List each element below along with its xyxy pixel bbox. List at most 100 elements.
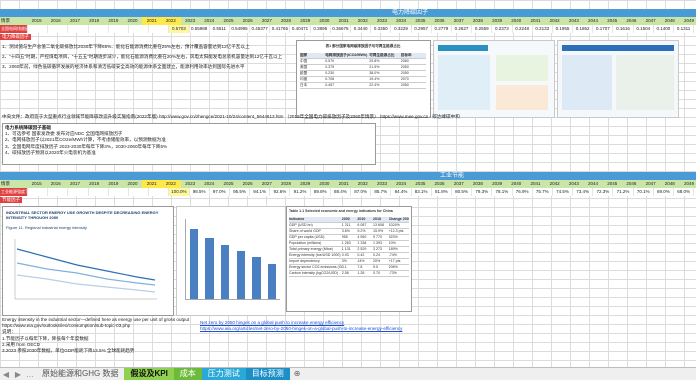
- value-cell[interactable]: 0.1504: [634, 25, 654, 33]
- year-cell[interactable]: 2043: [564, 17, 583, 25]
- add-sheet-icon[interactable]: ⊕: [290, 368, 305, 380]
- year-cell[interactable]: 2049: [679, 180, 696, 188]
- value-cell[interactable]: 0.3895: [311, 25, 331, 33]
- value-cell[interactable]: 74.5%: [553, 188, 574, 196]
- value-cell[interactable]: 92.6%: [270, 188, 291, 196]
- year-cell[interactable]: 2026: [238, 180, 257, 188]
- value-cell[interactable]: 0.40471: [290, 25, 311, 33]
- year-cell[interactable]: 2024: [200, 17, 219, 25]
- year-cell[interactable]: 2021: [142, 17, 162, 25]
- tab-stress-test[interactable]: 压力测试: [201, 368, 246, 380]
- value-cell[interactable]: [89, 188, 109, 196]
- year-cell[interactable]: 2049: [679, 17, 696, 25]
- year-cell[interactable]: 2033: [372, 180, 391, 188]
- value-cell[interactable]: 78.1%: [492, 188, 513, 196]
- embedded-eia-report[interactable]: INDUSTRIAL SECTOR ENERGY USE GROWTH DESP…: [2, 206, 174, 316]
- year-cell[interactable]: 2048: [660, 17, 679, 25]
- year-cell[interactable]: 2020: [123, 17, 142, 25]
- year-cell[interactable]: 2029: [296, 17, 315, 25]
- value-cell[interactable]: [28, 188, 49, 196]
- value-cell[interactable]: 72.3%: [593, 188, 614, 196]
- value-cell[interactable]: [48, 25, 69, 33]
- year-cell[interactable]: 2016: [46, 17, 65, 25]
- value-cell[interactable]: 79.3%: [472, 188, 493, 196]
- value-cell[interactable]: 80.5%: [452, 188, 473, 196]
- value-cell[interactable]: 0.1955: [553, 25, 574, 33]
- year-cell[interactable]: 2028: [276, 17, 295, 25]
- value-cell[interactable]: 0.3440: [351, 25, 372, 33]
- value-cell[interactable]: [89, 25, 109, 33]
- value-cell[interactable]: 91.2%: [290, 188, 311, 196]
- embedded-report-image-2[interactable]: [557, 40, 679, 118]
- tab-cost[interactable]: 成本: [173, 368, 202, 380]
- year-cell[interactable]: 2015: [27, 180, 46, 188]
- value-cell[interactable]: 0.2373: [492, 25, 513, 33]
- year-cell[interactable]: 2034: [392, 180, 411, 188]
- value-cell[interactable]: 89.8%: [311, 188, 331, 196]
- year-cell[interactable]: 2042: [545, 180, 564, 188]
- year-cell[interactable]: 2044: [583, 17, 602, 25]
- year-cell[interactable]: 2032: [353, 180, 372, 188]
- year-cell[interactable]: 2018: [85, 17, 104, 25]
- year-cell[interactable]: 2037: [449, 17, 468, 25]
- value-cell[interactable]: [48, 188, 69, 196]
- year-cell[interactable]: 2042: [545, 17, 564, 25]
- value-cell[interactable]: 98.5%: [190, 188, 210, 196]
- value-cell[interactable]: [149, 188, 170, 196]
- tab-more-icon[interactable]: …: [24, 370, 36, 379]
- value-cell[interactable]: 69.0%: [654, 188, 674, 196]
- value-cell[interactable]: 0.2559: [472, 25, 493, 33]
- value-cell[interactable]: [149, 25, 170, 33]
- value-cell[interactable]: 94.1%: [250, 188, 271, 196]
- year-cell[interactable]: 2025: [219, 17, 238, 25]
- value-cell[interactable]: 71.2%: [613, 188, 634, 196]
- spreadsheet-grid[interactable]: 电力降碳因子 情景 2015 2016 2017 2018 2019 2020 2021 20…: [0, 0, 696, 367]
- value-cell[interactable]: 88.4%: [331, 188, 351, 196]
- year-cell[interactable]: 2026: [238, 17, 257, 25]
- year-cell[interactable]: 2030: [315, 180, 334, 188]
- year-cell[interactable]: 2038: [468, 17, 487, 25]
- year-cell[interactable]: 2046: [622, 180, 641, 188]
- value-cell[interactable]: 0.45377: [250, 25, 271, 33]
- embedded-bar-chart[interactable]: [176, 206, 286, 316]
- year-cell[interactable]: 2040: [507, 180, 526, 188]
- value-cell[interactable]: 83.1%: [412, 188, 432, 196]
- year-cell[interactable]: 2032: [353, 17, 372, 25]
- year-cell[interactable]: 2023: [181, 17, 200, 25]
- tab-raw-data[interactable]: 原始能源和GHG 数据: [36, 368, 124, 380]
- value-cell[interactable]: 0.41765: [270, 25, 291, 33]
- year-cell[interactable]: 2046: [622, 17, 641, 25]
- value-cell[interactable]: 100.0%: [169, 188, 190, 196]
- value-cell[interactable]: 84.4%: [391, 188, 412, 196]
- year-cell[interactable]: 2035: [411, 17, 430, 25]
- year-cell[interactable]: 2044: [583, 180, 602, 188]
- year-cell[interactable]: 2038: [468, 180, 487, 188]
- year-cell[interactable]: 2023: [181, 180, 200, 188]
- value-cell[interactable]: 0.1400: [654, 25, 674, 33]
- value-cell[interactable]: [109, 25, 129, 33]
- year-cell[interactable]: 2028: [276, 180, 295, 188]
- year-cell[interactable]: 2021: [142, 180, 162, 188]
- value-cell[interactable]: 0.5511: [210, 25, 230, 33]
- value-cell[interactable]: 0.5703: [169, 25, 190, 33]
- tab-scroll-right-icon[interactable]: ▶: [12, 370, 24, 379]
- iea-link-url[interactable]: https://www.iea.org/articles/net-zero-by…: [200, 326, 402, 332]
- year-cell[interactable]: 2041: [526, 180, 545, 188]
- year-cell[interactable]: 2031: [334, 180, 353, 188]
- year-cell[interactable]: 2035: [411, 180, 430, 188]
- year-cell[interactable]: 2041: [526, 17, 545, 25]
- year-cell[interactable]: 2036: [430, 17, 449, 25]
- value-cell[interactable]: [68, 25, 89, 33]
- tab-assumptions-kpi[interactable]: 假设及KPI: [124, 368, 174, 380]
- year-cell[interactable]: 2022: [161, 180, 181, 188]
- year-cell[interactable]: 2039: [488, 180, 507, 188]
- year-cell[interactable]: 2045: [603, 17, 622, 25]
- embedded-indicator-table[interactable]: Table 1.1 Selected economic and energy i…: [286, 206, 412, 312]
- tab-scroll-left-icon[interactable]: ◀: [0, 370, 12, 379]
- year-cell[interactable]: 2036: [430, 180, 449, 188]
- value-cell[interactable]: 0.2133: [533, 25, 553, 33]
- year-cell[interactable]: 2016: [46, 180, 65, 188]
- embedded-report-image-1[interactable]: [433, 40, 555, 118]
- year-cell[interactable]: 2017: [65, 180, 84, 188]
- year-cell[interactable]: 2031: [334, 17, 353, 25]
